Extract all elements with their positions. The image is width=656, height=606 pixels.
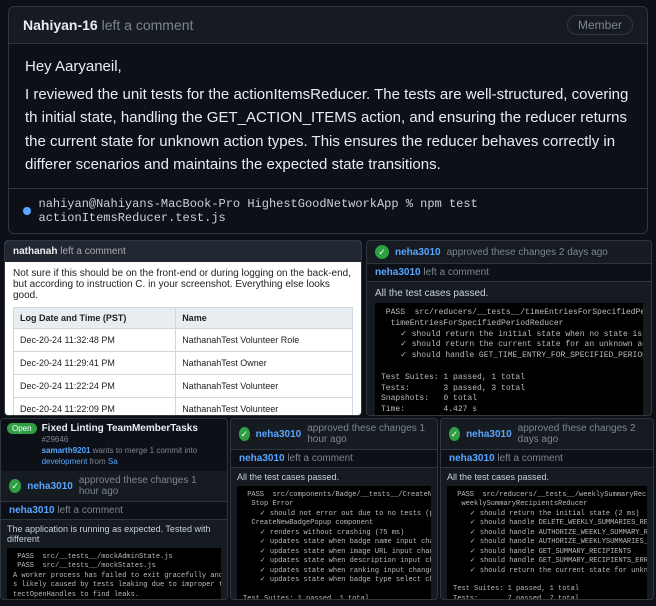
tile-header: nathanah left a comment — [5, 241, 361, 262]
pr-title[interactable]: Fixed Linting TeamMemberTasks — [42, 423, 198, 434]
table-row: Dec-20-24 11:22:24 PMNathanahTest Volunt… — [14, 375, 353, 398]
author-name[interactable]: neha3010 — [395, 247, 441, 258]
author-action: left a comment — [102, 17, 194, 33]
comment-text: All the test cases passed. — [447, 472, 647, 482]
author-name[interactable]: neha3010 — [375, 267, 421, 278]
author-name[interactable]: neha3010 — [27, 481, 73, 492]
table-row: Dec-20-24 11:32:48 PMNathanahTest Volunt… — [14, 329, 353, 352]
approved-text: approved these changes 1 hour ago — [307, 423, 429, 445]
table-row: Dec-20-24 11:22:09 PMNathanahTest Volunt… — [14, 398, 353, 417]
author-name[interactable]: neha3010 — [449, 453, 495, 464]
screenshot-mosaic: nathanah left a comment Not sure if this… — [0, 240, 656, 602]
terminal-output: PASS src/__tests__/mockAdminState.js PAS… — [7, 548, 221, 600]
comment-text: All the test cases passed. — [375, 288, 643, 299]
author-action: left a comment — [60, 246, 126, 257]
comment-tile-neha-2: ✓ neha3010 approved these changes 1 hour… — [230, 418, 438, 600]
greeting: Hey Aaryaneil, — [25, 58, 631, 75]
pr-number: #29646 — [42, 435, 69, 444]
branch[interactable]: development — [42, 457, 88, 466]
member-badge: Member — [567, 15, 633, 35]
pr-sub: wants to merge 1 commit into — [93, 446, 197, 455]
tile-body: All the test cases passed. PASS src/redu… — [367, 282, 651, 416]
col-logdate: Log Date and Time (PST) — [14, 308, 176, 329]
review-text: I reviewed the unit tests for the action… — [25, 83, 631, 176]
check-icon: ✓ — [375, 245, 389, 259]
comment-text: All the test cases passed. — [237, 472, 431, 482]
bullet-dot-icon — [23, 207, 31, 215]
main-header: Nahiyan-16 left a comment Member — [9, 7, 647, 44]
author-name[interactable]: neha3010 — [466, 429, 512, 440]
tile-body: All the test cases passed. PASS src/comp… — [231, 468, 437, 600]
log-table: Log Date and Time (PST) Name Dec-20-24 1… — [13, 307, 353, 416]
pr-author[interactable]: samarth9201 — [42, 446, 91, 455]
table-row: Dec-20-24 11:29:41 PMNathanahTest Owner — [14, 352, 353, 375]
main-body: Hey Aaryaneil, I reviewed the unit tests… — [9, 44, 647, 188]
author-name[interactable]: neha3010 — [239, 453, 285, 464]
comment-text: The application is running as expected. … — [7, 524, 221, 544]
check-icon: ✓ — [449, 427, 460, 441]
console-text: nahiyan@Nahiyans-MacBook-Pro HighestGood… — [39, 197, 634, 225]
tile-body: Not sure if this should be on the front-… — [5, 262, 361, 416]
tile-header: ✓ neha3010 approved these changes 1 hour… — [1, 471, 227, 501]
comment-tile-nathan: nathanah left a comment Not sure if this… — [4, 240, 362, 416]
comment-tile-neha-3: ✓ neha3010 approved these changes 2 days… — [440, 418, 654, 600]
author-action: left a comment — [57, 505, 123, 516]
author-action: left a comment — [423, 267, 489, 278]
approved-text: approved these changes 2 days ago — [447, 247, 608, 258]
comment-tile-neha-1: ✓ neha3010 approved these changes 2 days… — [366, 240, 652, 416]
author-name[interactable]: Nahiyan-16 — [23, 17, 98, 33]
open-badge: Open — [7, 423, 37, 434]
col-name: Name — [176, 308, 353, 329]
terminal-output: PASS src/reducers/__tests__/weeklySummar… — [447, 486, 647, 600]
author-name[interactable]: nathanah — [13, 246, 57, 257]
tile-header: ✓ neha3010 approved these changes 1 hour… — [231, 419, 437, 449]
tile-header: ✓ neha3010 approved these changes 2 days… — [441, 419, 653, 449]
author-line: Nahiyan-16 left a comment — [23, 17, 193, 33]
author-name[interactable]: neha3010 — [9, 505, 55, 516]
tile-body: All the test cases passed. PASS src/redu… — [441, 468, 653, 600]
pr-header: Open Fixed Linting TeamMemberTasks #2964… — [1, 419, 227, 471]
tile-sub: neha3010 left a comment — [367, 263, 651, 282]
approved-text: approved these changes 1 hour ago — [79, 475, 219, 497]
tile-header: ✓ neha3010 approved these changes 2 days… — [367, 241, 651, 263]
approved-text: approved these changes 2 days ago — [518, 423, 645, 445]
tile-sub: neha3010 left a comment — [441, 449, 653, 468]
main-comment-card: Nahiyan-16 left a comment Member Hey Aar… — [8, 6, 648, 234]
check-icon: ✓ — [239, 427, 250, 441]
check-icon: ✓ — [9, 479, 21, 493]
table-header-row: Log Date and Time (PST) Name — [14, 308, 353, 329]
terminal-output: PASS src/reducers/__tests__/timeEntriesF… — [375, 303, 643, 416]
author-action: left a comment — [497, 453, 563, 464]
comment-tile-pr: Open Fixed Linting TeamMemberTasks #2964… — [0, 418, 228, 600]
terminal-output: PASS src/components/Badge/__tests__/Crea… — [237, 486, 431, 600]
author-name[interactable]: neha3010 — [256, 429, 302, 440]
branch[interactable]: Sa — [108, 457, 118, 466]
author-action: left a comment — [287, 453, 353, 464]
tile-sub: neha3010 left a comment — [231, 449, 437, 468]
comment-text: Not sure if this should be on the front-… — [13, 268, 353, 301]
tile-sub: neha3010 left a comment — [1, 501, 227, 520]
tile-body: The application is running as expected. … — [1, 520, 227, 600]
console-line: nahiyan@Nahiyans-MacBook-Pro HighestGood… — [9, 188, 647, 233]
